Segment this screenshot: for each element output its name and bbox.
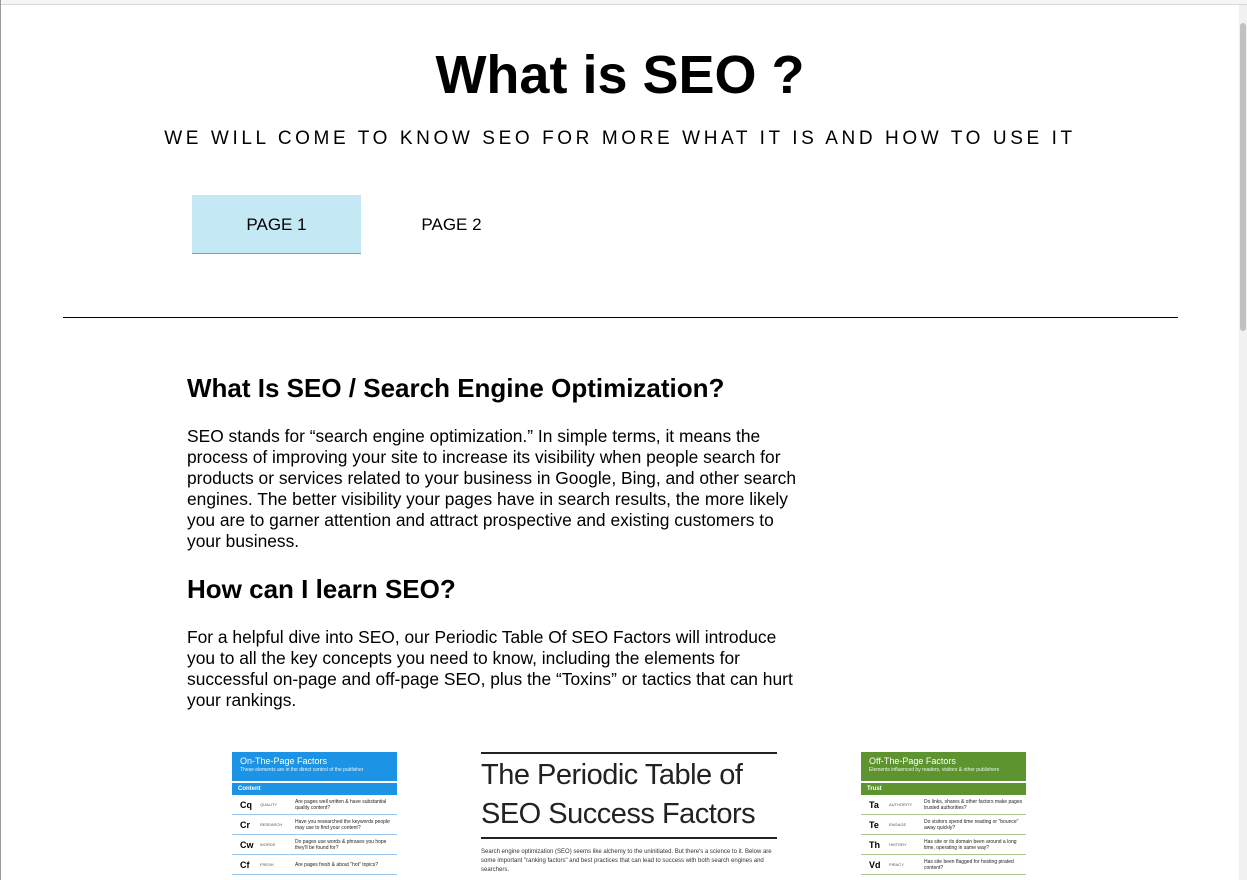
off-page-factors-panel: Off-The-Page Factors Elements influenced… [861, 752, 1026, 875]
panel-header: On-The-Page Factors These elements are i… [232, 752, 397, 781]
factor-category: PIRACY [889, 862, 904, 867]
panel-subtitle: These elements are in the direct control… [240, 767, 364, 773]
factor-symbol: Cr [240, 819, 251, 830]
on-page-factors-panel: On-The-Page Factors These elements are i… [232, 752, 397, 875]
factor-symbol: Cf [240, 859, 250, 870]
factor-symbol: Th [869, 839, 880, 850]
panel-header: Off-The-Page Factors Elements influenced… [861, 752, 1026, 781]
factor-question: Has site or its domain been around a lon… [924, 838, 1017, 851]
factor-row: Cq QUALITY Are pages well written & have… [232, 795, 397, 815]
page-nav: PAGE 1 PAGE 2 [192, 195, 542, 254]
panel-section-label: Content [232, 783, 397, 795]
header-divider [63, 317, 1178, 318]
section-heading-what-is-seo: What Is SEO / Search Engine Optimization… [187, 373, 725, 403]
factor-row: Cf FRESH Are pages fresh & about "hot" t… [232, 855, 397, 875]
nav-page-2[interactable]: PAGE 2 [361, 195, 542, 254]
section-heading-how-to-learn: How can I learn SEO? [187, 574, 456, 604]
factor-category: ENGAGE [889, 822, 907, 827]
factor-question: Have you researched the keywords people … [295, 818, 390, 831]
panel-title: On-The-Page Factors [240, 756, 328, 766]
factor-symbol: Te [869, 819, 879, 830]
factor-question: Do links, shares & other factors make pa… [924, 798, 1023, 811]
graphic-title: The Periodic Table of SEO Success Factor… [481, 759, 756, 830]
factor-category: RESEARCH [260, 822, 283, 827]
graphic-rule-top [481, 752, 777, 754]
nav-page-1[interactable]: PAGE 1 [192, 195, 361, 254]
page-title: What is SEO ? [435, 45, 805, 105]
factor-category: QUALITY [260, 802, 278, 807]
section-body-what-is-seo: SEO stands for “search engine optimizati… [187, 426, 797, 551]
factor-row: Cr RESEARCH Have you researched the keyw… [232, 815, 397, 835]
factor-symbol: Cw [240, 839, 254, 850]
factor-question: Do pages use words & phrases you hope th… [295, 838, 387, 851]
graphic-intro-text: Search engine optimization (SEO) seems l… [481, 849, 772, 873]
scrollbar-thumb[interactable] [1240, 23, 1246, 331]
factor-category: AUTHORITY [889, 802, 913, 807]
panel-subtitle: Elements influenced by readers, visitors… [869, 767, 1000, 773]
factor-row: Th HISTORY Has site or its domain been a… [861, 835, 1026, 855]
section-body-how-to-learn: For a helpful dive into SEO, our Periodi… [187, 627, 793, 710]
factor-row: Ta AUTHORITY Do links, shares & other fa… [861, 795, 1026, 815]
factor-category: FRESH [260, 862, 274, 867]
periodic-table-graphic: The Periodic Table of SEO Success Factor… [481, 752, 777, 875]
panel-section-label: Trust [861, 783, 1026, 795]
factor-row: Cw WORDS Do pages use words & phrases yo… [232, 835, 397, 855]
browser-top-edge [0, 0, 1247, 5]
factor-row: Vd PIRACY Has site been flagged for host… [861, 855, 1026, 875]
factor-category: HISTORY [889, 842, 907, 847]
factor-symbol: Cq [240, 799, 252, 810]
factor-question: Are pages fresh & about "hot" topics? [295, 861, 379, 868]
graphic-rule-bottom [481, 837, 777, 839]
factor-row: Te ENGAGE Do visitors spend time reading… [861, 815, 1026, 835]
factor-question: Are pages well written & have substantia… [295, 798, 387, 811]
page-tagline: WE WILL COME TO KNOW SEO FOR MORE WHAT I… [164, 128, 1076, 149]
scrollbar-track[interactable] [1239, 5, 1247, 880]
factor-question: Do visitors spend time reading or "bounc… [924, 818, 1019, 831]
factor-symbol: Ta [869, 799, 879, 810]
panel-title: Off-The-Page Factors [869, 756, 956, 766]
factor-symbol: Vd [869, 859, 881, 870]
factor-category: WORDS [260, 842, 276, 847]
factor-question: Has site been flagged for hosting pirate… [924, 858, 1014, 871]
